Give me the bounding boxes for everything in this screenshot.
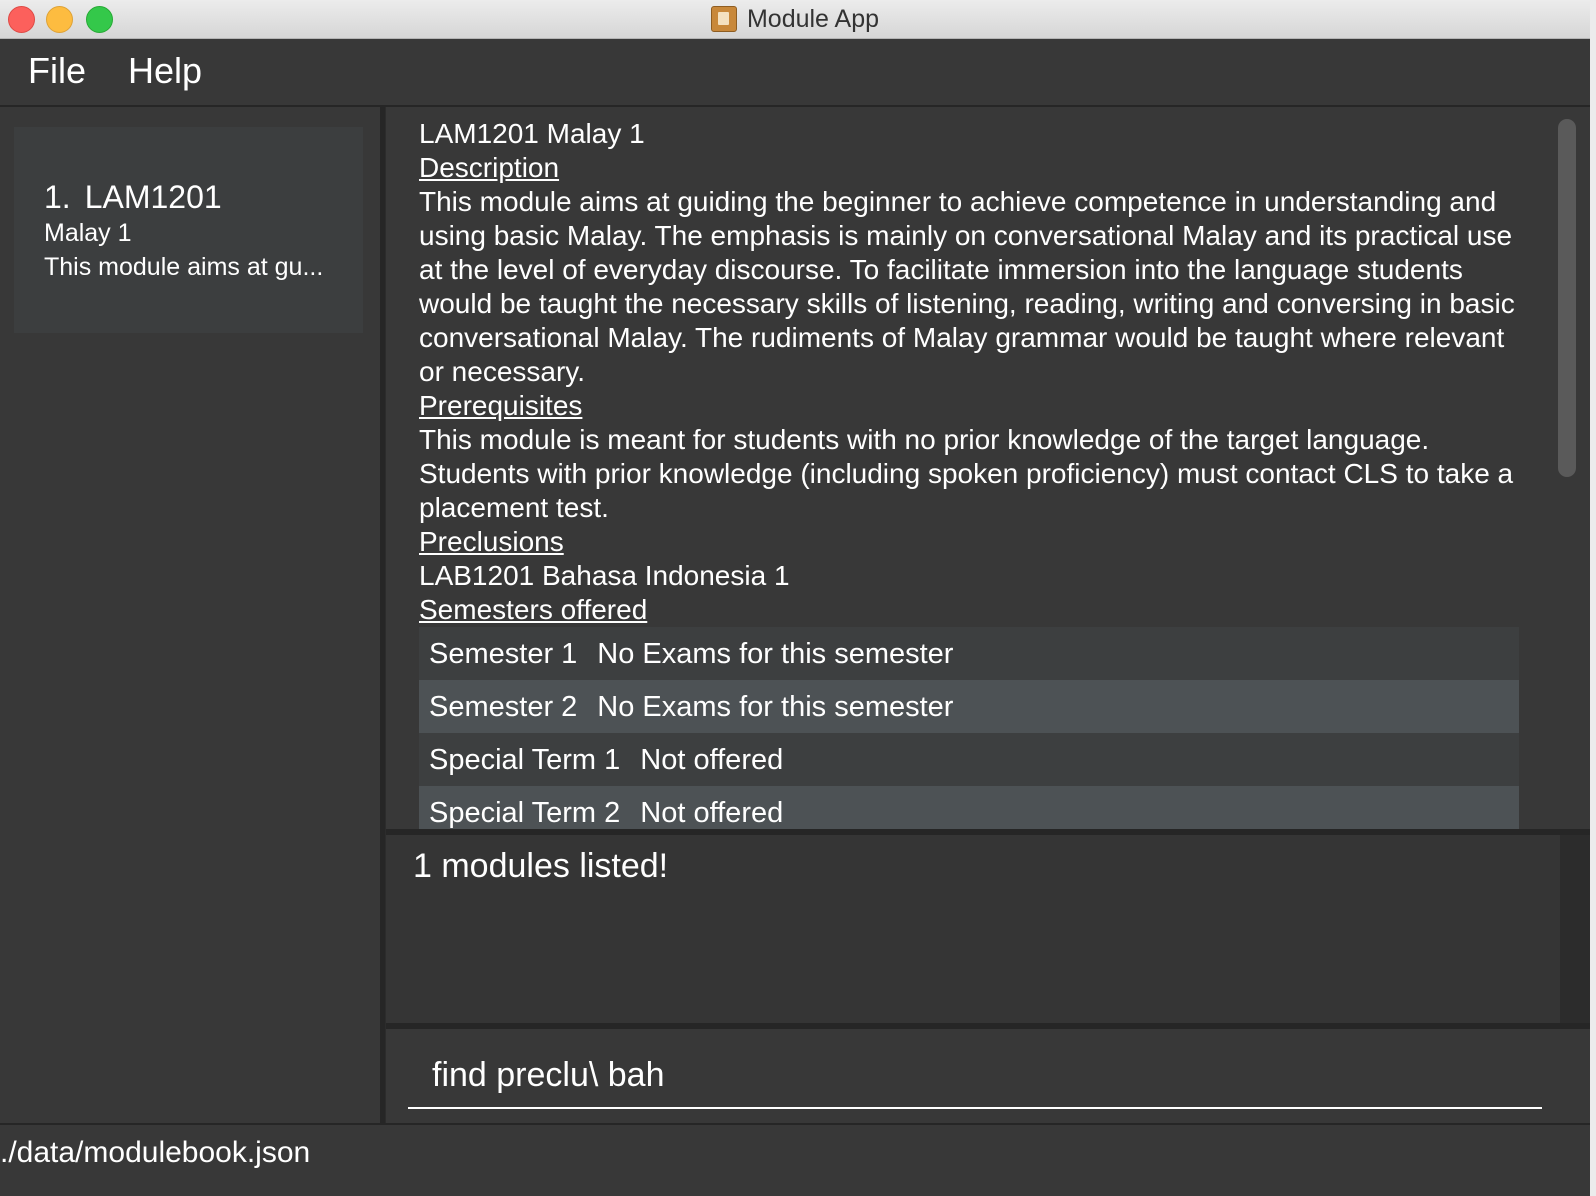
menu-bar: File Help bbox=[0, 39, 1590, 107]
window-title-group: Module App bbox=[0, 0, 1590, 38]
semester-info: No Exams for this semester bbox=[597, 637, 954, 670]
module-description-preview: This module aims at gu... bbox=[44, 253, 324, 281]
module-index: 1. bbox=[44, 179, 71, 215]
window-title: Module App bbox=[746, 4, 880, 33]
module-card-header: 1. LAM1201 bbox=[44, 179, 222, 216]
detail-scrollbar[interactable] bbox=[1558, 119, 1576, 477]
app-icon bbox=[710, 6, 737, 32]
preclusions-text: LAB1201 Bahasa Indonesia 1 bbox=[419, 560, 790, 591]
semester-name: Special Term 2 bbox=[429, 796, 621, 829]
semester-row[interactable]: Special Term 1 Not offered bbox=[419, 733, 1519, 786]
semester-info: No Exams for this semester bbox=[597, 690, 954, 723]
module-list-panel: 1. LAM1201 Malay 1 This module aims at gu… bbox=[0, 107, 385, 1123]
semester-name: Semester 2 bbox=[429, 690, 578, 723]
semester-row[interactable]: Semester 2 No Exams for this semester bbox=[419, 680, 1519, 733]
save-file-path: ./data/modulebook.json bbox=[0, 1136, 311, 1169]
description-text: This module aims at guiding the beginner… bbox=[419, 186, 1515, 387]
semester-row[interactable]: Semester 1 No Exams for this semester bbox=[419, 627, 1519, 680]
result-message: 1 modules listed! bbox=[413, 847, 669, 885]
semester-info: Not offered bbox=[640, 743, 784, 776]
prerequisites-heading: Prerequisites bbox=[419, 390, 583, 421]
description-heading: Description bbox=[419, 152, 560, 183]
module-code: LAM1201 bbox=[84, 179, 222, 215]
semester-row[interactable]: Special Term 2 Not offered bbox=[419, 786, 1519, 829]
status-bar: ./data/modulebook.json bbox=[0, 1123, 1590, 1196]
window-edge bbox=[1590, 0, 1596, 1196]
module-list-item[interactable]: 1. LAM1201 Malay 1 This module aims at gu… bbox=[14, 127, 363, 333]
app-window: Module App File Help 1. LAM1201 Malay 1 T… bbox=[0, 0, 1590, 1196]
prerequisites-text: This module is meant for students with n… bbox=[419, 424, 1514, 523]
semester-name: Semester 1 bbox=[429, 637, 578, 670]
semester-info: Not offered bbox=[640, 796, 784, 829]
menu-file[interactable]: File bbox=[28, 50, 86, 92]
module-detail-panel[interactable]: LAM1201 Malay 1 Description This module … bbox=[386, 107, 1590, 829]
preclusions-heading: Preclusions bbox=[419, 526, 564, 557]
command-input[interactable] bbox=[408, 1043, 1542, 1109]
menu-help[interactable]: Help bbox=[128, 50, 202, 92]
module-title: Malay 1 bbox=[44, 219, 132, 247]
title-bar: Module App bbox=[0, 0, 1590, 39]
semesters-heading: Semesters offered bbox=[419, 594, 648, 625]
result-display: 1 modules listed! bbox=[386, 835, 1560, 1023]
semesters-table: Semester 1 No Exams for this semester Se… bbox=[419, 627, 1519, 829]
semester-name: Special Term 1 bbox=[429, 743, 621, 776]
command-box bbox=[386, 1029, 1590, 1123]
module-detail-content: LAM1201 Malay 1 Description This module … bbox=[419, 117, 1519, 829]
detail-header: LAM1201 Malay 1 bbox=[419, 118, 645, 149]
